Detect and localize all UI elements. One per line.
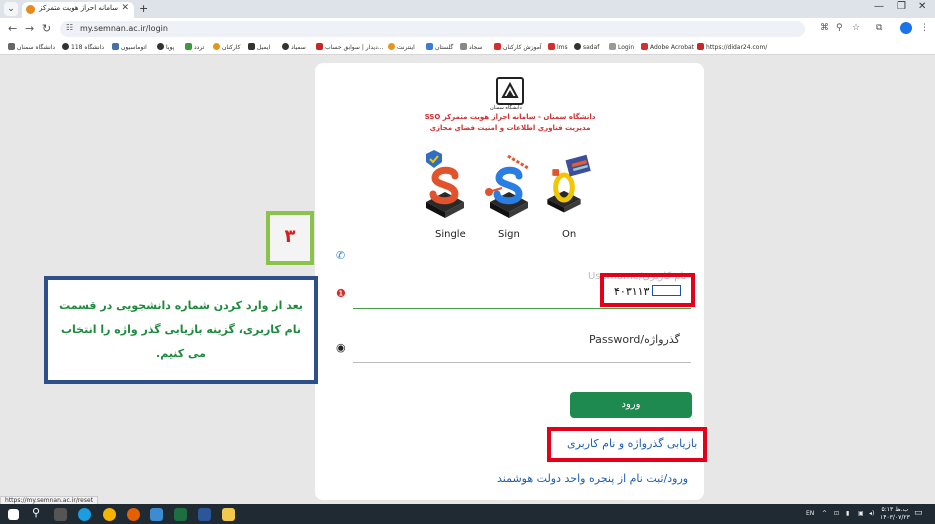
close-icon[interactable]: ✕ xyxy=(121,3,129,13)
bookmark-item[interactable]: اینترنت xyxy=(388,43,415,51)
org-title: دانشگاه سمنان - سامانه احراز هویت متمرکز… xyxy=(424,113,596,121)
error-info-icon: ❶ xyxy=(336,287,346,300)
step-number: ۳ xyxy=(284,226,296,247)
on-illustration xyxy=(547,154,591,213)
password-label[interactable]: Password/گذرواژه xyxy=(589,333,680,346)
notifications-icon[interactable]: ▭ xyxy=(914,508,923,518)
url-text[interactable]: my.semnan.ac.ir/login xyxy=(80,24,168,33)
username-underline xyxy=(353,308,691,309)
sign-illustration xyxy=(485,154,529,218)
reload-icon[interactable]: ↻ xyxy=(42,22,51,35)
university-logo xyxy=(496,77,524,105)
profile-avatar[interactable] xyxy=(900,22,912,34)
task-view-icon[interactable] xyxy=(54,508,67,521)
bookmark-item[interactable]: sadaf xyxy=(574,43,599,51)
sso-label-sign: Sign xyxy=(498,229,520,240)
tray-chevron-icon[interactable]: ^ xyxy=(822,510,827,517)
minimize-icon[interactable]: — xyxy=(874,1,884,12)
network-icon[interactable]: ⊡ xyxy=(834,510,839,517)
address-bar[interactable]: ☷ my.semnan.ac.ir/login xyxy=(60,21,805,37)
extensions-icon[interactable]: ⧉ xyxy=(876,23,882,33)
browser-tab[interactable]: سامانه احراز هویت متمرکز SSO - ✕ xyxy=(22,2,134,18)
display-icon[interactable]: ▣ xyxy=(858,510,864,517)
bookmark-item[interactable]: lms xyxy=(548,43,568,51)
bookmark-item[interactable]: سمیاد xyxy=(282,43,306,51)
search-icon[interactable]: ⚲ xyxy=(32,506,45,519)
bookmark-item[interactable]: https://didar24.com/ xyxy=(697,43,767,51)
reset-link-highlight xyxy=(547,427,707,462)
menu-icon[interactable]: ⋮ xyxy=(920,23,929,33)
bookmark-item[interactable]: کارکنان xyxy=(213,43,240,51)
login-button[interactable]: ورود xyxy=(570,392,692,418)
browser-toolbar: ← → ↻ ☷ my.semnan.ac.ir/login ⌘ ⚲ ☆ ⧉ ⋮ xyxy=(0,18,935,40)
chrome-icon[interactable] xyxy=(103,508,116,521)
bookmark-item[interactable]: دیدار | سوابق حساب... xyxy=(316,43,384,51)
translate-icon[interactable]: ⌘ xyxy=(820,23,829,33)
app-icon[interactable] xyxy=(150,508,163,521)
username-highlight xyxy=(600,273,695,307)
taskbar-clock[interactable]: ۵:۱۳ ب.ظ ۱۴۰۳/۰۷/۲۳ xyxy=(880,506,910,522)
bookmark-item[interactable]: گلستان xyxy=(426,43,453,51)
smart-government-link[interactable]: ورود/ثبت نام از پنجره واحد دولت هوشمند xyxy=(497,472,688,485)
step-badge: ۳ xyxy=(266,211,314,265)
logo-caption: دانشگاه سمنان xyxy=(490,105,522,111)
single-illustration xyxy=(426,150,464,218)
tab-search-button[interactable]: ⌄ xyxy=(4,2,18,16)
site-info-icon[interactable]: ☷ xyxy=(66,23,73,32)
volume-icon[interactable]: ◂) xyxy=(869,510,874,517)
phone-icon: ✆ xyxy=(336,249,346,262)
excel-icon[interactable] xyxy=(174,508,187,521)
language-indicator[interactable]: EN xyxy=(806,510,814,517)
clock-time: ۵:۱۳ ب.ظ xyxy=(881,506,909,513)
word-icon[interactable] xyxy=(198,508,211,521)
tab-title: سامانه احراز هویت متمرکز SSO - xyxy=(38,4,118,12)
bookmark-item[interactable]: سجاد xyxy=(460,43,482,51)
bookmark-item[interactable]: Login xyxy=(609,43,634,51)
bookmark-item[interactable]: 118 دانشگاه xyxy=(62,43,104,51)
folder-icon[interactable] xyxy=(222,508,235,521)
edge-icon[interactable] xyxy=(78,508,91,521)
sso-label-single: Single xyxy=(435,229,466,240)
restore-icon[interactable]: ❐ xyxy=(897,1,906,12)
bookmark-item[interactable]: Adobe Acrobat xyxy=(641,43,694,51)
eye-icon[interactable]: ◉ xyxy=(336,341,346,354)
site-favicon-icon xyxy=(26,5,35,14)
instruction-text: بعد از وارد کردن شماره دانشجویی در قسمت … xyxy=(59,299,303,360)
new-tab-button[interactable]: + xyxy=(139,2,148,15)
password-underline xyxy=(353,362,691,363)
bookmark-item[interactable]: پویا xyxy=(157,43,174,51)
bookmark-item[interactable]: اتوماسیون xyxy=(112,43,147,51)
start-icon[interactable] xyxy=(8,509,19,520)
zoom-icon[interactable]: ⚲ xyxy=(836,23,843,33)
bookmark-item[interactable]: ایمیل xyxy=(248,43,270,51)
bookmark-item[interactable]: دانشگاه سمنان xyxy=(8,43,55,51)
windows-taskbar: ⚲ EN ^ ⊡ ▮ ▣ ◂) ۵:۱۳ ب.ظ ۱۴۰۳/۰۷/۲۳ ▭ xyxy=(0,504,935,524)
tab-strip: ⌄ سامانه احراز هویت متمرکز SSO - ✕ + — ❐… xyxy=(0,0,935,18)
org-subtitle: مدیریت فناوری اطلاعات و امنیت فضای مجازی xyxy=(429,124,591,132)
bookmark-item[interactable]: تردد xyxy=(185,43,204,51)
clock-date: ۱۴۰۳/۰۷/۲۳ xyxy=(880,514,910,521)
bookmark-item[interactable]: آموزش کارکنان xyxy=(494,43,542,51)
forward-icon[interactable]: → xyxy=(25,22,34,35)
sso-label-on: On xyxy=(562,229,577,240)
firefox-icon[interactable] xyxy=(127,508,140,521)
bookmark-star-icon[interactable]: ☆ xyxy=(852,23,860,33)
window-close-icon[interactable]: ✕ xyxy=(918,1,926,12)
back-icon[interactable]: ← xyxy=(8,22,17,35)
battery-icon[interactable]: ▮ xyxy=(846,510,849,517)
bookmarks-bar: دانشگاه سمنان 118 دانشگاه اتوماسیون پویا… xyxy=(0,40,935,55)
instruction-note: بعد از وارد کردن شماره دانشجویی در قسمت … xyxy=(44,276,318,384)
